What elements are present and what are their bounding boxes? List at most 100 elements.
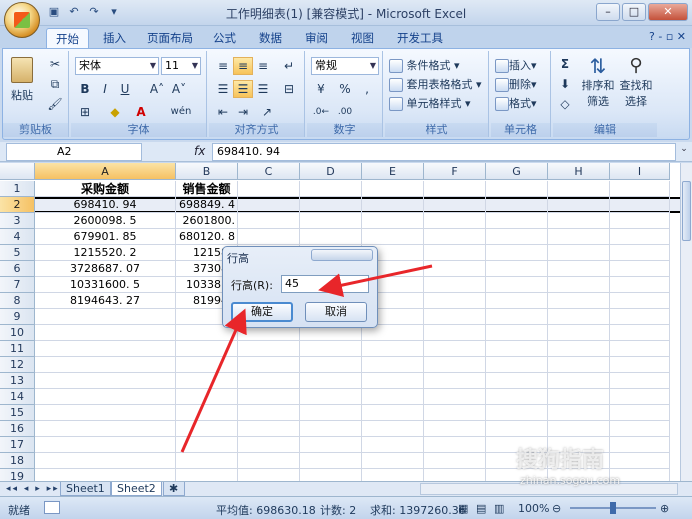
cell-b18[interactable] — [176, 453, 238, 469]
clear-icon[interactable]: ◇ — [555, 95, 575, 113]
cell-e11[interactable] — [362, 341, 424, 357]
tab-page-layout[interactable]: 页面布局 — [138, 28, 202, 48]
maximize-button[interactable]: □ — [622, 3, 646, 21]
column-header-h[interactable]: H — [548, 163, 610, 180]
font-name-select[interactable]: 宋体 ▼ — [75, 57, 159, 75]
cell-a14[interactable] — [35, 389, 176, 405]
cell-a19[interactable] — [35, 469, 176, 481]
cell-f15[interactable] — [424, 405, 486, 421]
cell-a8[interactable]: 8194643. 27 — [35, 293, 176, 309]
cell-a15[interactable] — [35, 405, 176, 421]
cell-i2[interactable] — [610, 197, 670, 213]
ribbon-help-controls[interactable]: ? - ▫ ✕ — [649, 30, 686, 43]
cell-e1[interactable] — [362, 181, 424, 197]
tab-home[interactable]: 开始 — [46, 28, 89, 48]
cell-a10[interactable] — [35, 325, 176, 341]
align-center-icon[interactable]: ☰ — [233, 80, 253, 98]
cell-e16[interactable] — [362, 421, 424, 437]
cell-i10[interactable] — [610, 325, 670, 341]
cell-h14[interactable] — [548, 389, 610, 405]
increase-indent-icon[interactable]: ⇥ — [233, 103, 253, 121]
tab-data[interactable]: 数据 — [250, 28, 291, 48]
cell-a18[interactable] — [35, 453, 176, 469]
row-header-1[interactable]: 1 — [0, 181, 35, 197]
cell-c16[interactable] — [238, 421, 300, 437]
zoom-out-icon[interactable]: ⊖ — [552, 502, 561, 515]
cell-h16[interactable] — [548, 421, 610, 437]
cell-c17[interactable] — [238, 437, 300, 453]
cut-icon[interactable]: ✂ — [45, 55, 65, 73]
cell-d13[interactable] — [300, 373, 362, 389]
cell-h8[interactable] — [548, 293, 610, 309]
row-header-12[interactable]: 12 — [0, 357, 35, 373]
row-header-6[interactable]: 6 — [0, 261, 35, 277]
cell-i16[interactable] — [610, 421, 670, 437]
cell-a1[interactable]: 采购金额 — [35, 181, 176, 197]
cell-i5[interactable] — [610, 245, 670, 261]
align-middle-icon[interactable]: ≡ — [233, 57, 253, 75]
cell-g9[interactable] — [486, 309, 548, 325]
cell-d19[interactable] — [300, 469, 362, 481]
cell-a17[interactable] — [35, 437, 176, 453]
cell-h13[interactable] — [548, 373, 610, 389]
cell-b12[interactable] — [176, 357, 238, 373]
merge-center-icon[interactable]: ⊟ — [279, 80, 299, 98]
cell-i11[interactable] — [610, 341, 670, 357]
delete-cells-button[interactable]: 删除▾ — [495, 76, 537, 92]
fill-icon[interactable]: ⬇ — [555, 75, 575, 93]
cancel-button[interactable]: 取消 — [305, 302, 367, 322]
tab-developer[interactable]: 开发工具 — [388, 28, 452, 48]
cell-h6[interactable] — [548, 261, 610, 277]
name-box[interactable]: A2 — [6, 143, 142, 161]
cell-g5[interactable] — [486, 245, 548, 261]
sheet-tab-sheet1[interactable]: Sheet1 — [60, 482, 111, 496]
font-color-icon[interactable]: A — [131, 103, 151, 121]
macro-record-icon[interactable] — [44, 501, 60, 514]
row-header-17[interactable]: 17 — [0, 437, 35, 453]
cell-i7[interactable] — [610, 277, 670, 293]
cell-c19[interactable] — [238, 469, 300, 481]
cell-d15[interactable] — [300, 405, 362, 421]
increase-decimal-icon[interactable]: .0← — [311, 103, 331, 121]
dialog-close-button[interactable] — [311, 249, 373, 261]
autosum-button[interactable]: Σ — [555, 55, 575, 73]
comma-button[interactable]: , — [357, 80, 377, 98]
cell-i15[interactable] — [610, 405, 670, 421]
cell-f16[interactable] — [424, 421, 486, 437]
page-layout-view-icon[interactable]: ▤ — [476, 502, 486, 515]
decrease-indent-icon[interactable]: ⇤ — [213, 103, 233, 121]
grow-font-button[interactable]: A˄ — [147, 80, 167, 98]
cell-a16[interactable] — [35, 421, 176, 437]
cell-h2[interactable] — [548, 197, 610, 213]
cell-c18[interactable] — [238, 453, 300, 469]
column-header-c[interactable]: C — [238, 163, 300, 180]
row-header-4[interactable]: 4 — [0, 229, 35, 245]
cell-g15[interactable] — [486, 405, 548, 421]
vertical-scrollbar[interactable] — [680, 163, 692, 481]
cell-f7[interactable] — [424, 277, 486, 293]
row-header-14[interactable]: 14 — [0, 389, 35, 405]
cell-a5[interactable]: 1215520. 2 — [35, 245, 176, 261]
cell-f8[interactable] — [424, 293, 486, 309]
row-header-10[interactable]: 10 — [0, 325, 35, 341]
cell-c2[interactable] — [238, 197, 300, 213]
cell-c12[interactable] — [238, 357, 300, 373]
cell-i8[interactable] — [610, 293, 670, 309]
cell-g3[interactable] — [486, 213, 548, 229]
cell-a7[interactable]: 10331600. 5 — [35, 277, 176, 293]
cell-e15[interactable] — [362, 405, 424, 421]
row-header-9[interactable]: 9 — [0, 309, 35, 325]
normal-view-icon[interactable]: ▦ — [458, 502, 468, 515]
row-header-18[interactable]: 18 — [0, 453, 35, 469]
sheet-tab-sheet2[interactable]: Sheet2 — [111, 482, 162, 496]
cell-d14[interactable] — [300, 389, 362, 405]
cell-styles-button[interactable]: 单元格样式 ▾ — [389, 95, 471, 111]
cell-h11[interactable] — [548, 341, 610, 357]
conditional-format-button[interactable]: 条件格式 ▾ — [389, 57, 460, 73]
cell-h9[interactable] — [548, 309, 610, 325]
percent-button[interactable]: % — [335, 80, 355, 98]
orientation-icon[interactable]: ↗ — [257, 103, 277, 121]
cell-a3[interactable]: 2600098. 5 — [35, 213, 176, 229]
cell-f11[interactable] — [424, 341, 486, 357]
cell-g13[interactable] — [486, 373, 548, 389]
